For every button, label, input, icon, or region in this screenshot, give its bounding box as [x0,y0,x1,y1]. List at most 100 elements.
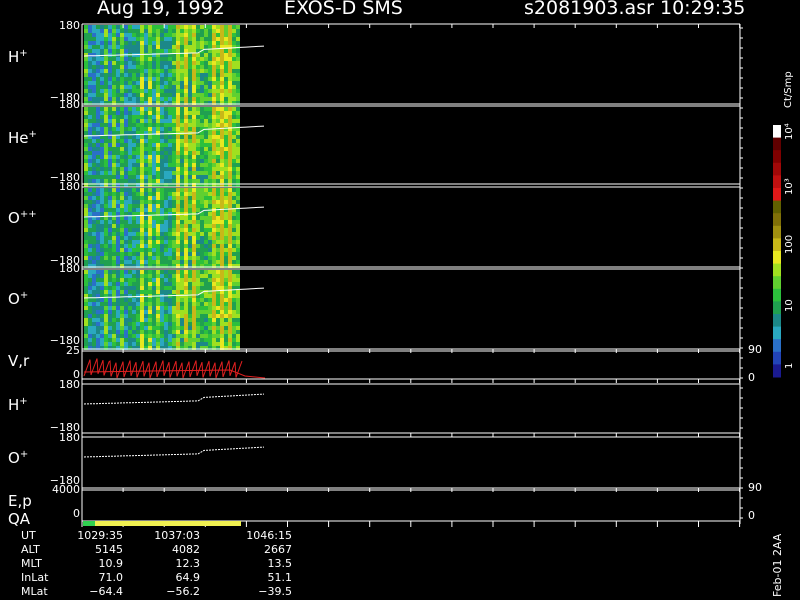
spec-cell [136,139,140,143]
spec-cell [232,53,236,57]
spec-cell [216,260,220,264]
spec-cell [196,282,200,286]
spec-cell [96,192,100,196]
spec-cell [172,318,176,322]
spec-cell [136,65,140,69]
spec-cell [176,175,180,179]
spec-cell [232,81,236,85]
spec-cell [180,330,184,334]
spec-cell [136,270,140,274]
spec-cell [96,302,100,306]
spec-cell [236,163,240,167]
spec-cell [212,175,216,179]
spec-cell [188,220,192,224]
spec-cell [228,73,232,77]
spec-cell [196,260,200,264]
spec-cell [148,200,152,204]
spec-cell [120,208,124,212]
spec-cell [180,147,184,151]
spec-cell [156,77,160,81]
spec-cell [84,73,88,77]
spec-cell [156,330,160,334]
spec-cell [92,326,96,330]
spec-cell [112,25,116,29]
spec-cell [192,45,196,49]
spec-cell [136,97,140,101]
spec-cell [152,123,156,127]
spec-cell [200,306,204,310]
spec-cell [124,41,128,45]
spec-cell [236,151,240,155]
spec-cell [148,85,152,89]
spec-cell [128,115,132,119]
spec-cell [108,338,112,342]
spec-cell [204,111,208,115]
spec-cell [84,89,88,93]
spec-cell [160,41,164,45]
title-time: 10:29:35 [660,0,746,19]
spec-cell [176,330,180,334]
spec-cell [188,216,192,220]
spec-cell [120,61,124,65]
spec-cell [152,342,156,346]
spec-cell [116,41,120,45]
spec-cell [152,25,156,29]
spec-cell [128,192,132,196]
spec-cell [200,282,204,286]
spec-cell [176,151,180,155]
spec-cell [160,286,164,290]
spec-cell [96,93,100,97]
spec-cell [192,171,196,175]
spec-cell [220,37,224,41]
ephemeris-row-ut: UT 1029:35 1037:03 1046:15 [0,529,292,543]
spec-cell [208,212,212,216]
spec-cell [132,33,136,37]
spec-cell [148,286,152,290]
spec-cell [128,135,132,139]
spec-cell [180,274,184,278]
spec-cell [132,326,136,330]
spec-cell [168,270,172,274]
spec-cell [160,119,164,123]
spec-cell [104,111,108,115]
spec-cell [192,252,196,256]
spec-cell [180,179,184,183]
spec-cell [192,244,196,248]
spec-cell [204,33,208,37]
spec-cell [236,334,240,338]
spec-cell [164,278,168,282]
spec-cell [100,334,104,338]
spec-cell [216,334,220,338]
spec-cell [200,232,204,236]
spec-cell [96,127,100,131]
spec-cell [236,200,240,204]
spec-cell [128,45,132,49]
spec-cell [124,81,128,85]
spec-cell [236,179,240,183]
spec-cell [228,119,232,123]
spec-cell [208,93,212,97]
spec-cell [236,25,240,29]
spec-cell [84,159,88,163]
spec-cell [168,29,172,33]
spec-cell [192,314,196,318]
spec-cell [160,29,164,33]
spec-cell [116,252,120,256]
spec-cell [100,175,104,179]
spec-cell [140,139,144,143]
spec-cell [152,167,156,171]
spec-cell [160,306,164,310]
spec-cell [184,167,188,171]
spec-cell [124,171,128,175]
spec-cell [216,232,220,236]
spec-cell [156,139,160,143]
spec-cell [232,115,236,119]
spec-cell [104,89,108,93]
spec-cell [156,274,160,278]
spec-cell [200,236,204,240]
spec-cell [100,93,104,97]
spec-cell [128,244,132,248]
spec-cell [128,188,132,192]
spec-cell [124,224,128,228]
spec-cell [176,57,180,61]
